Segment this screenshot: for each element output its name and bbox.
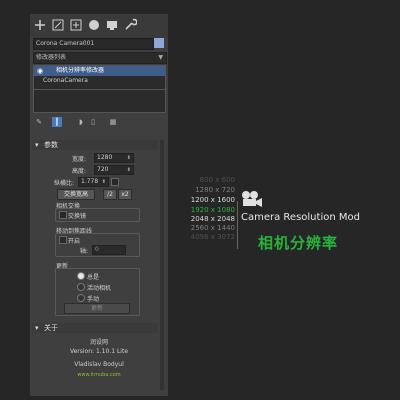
display-icon[interactable] — [105, 18, 119, 32]
radio-always[interactable] — [77, 272, 85, 280]
lock-aspect-checkbox[interactable] — [111, 178, 119, 186]
resolution-item: 1280 x 720 — [195, 186, 235, 194]
collapse-icon: ▾ — [35, 324, 39, 332]
show-end-result-icon[interactable]: ┃ — [52, 117, 62, 127]
resolution-item: 800 x 600 — [199, 176, 235, 184]
resolution-item: 4096 x 3072 — [190, 233, 235, 241]
resolution-item: 1920 x 1080 — [190, 206, 235, 214]
stack-item-label: 相机分辨率修改器 — [56, 67, 105, 74]
double-button[interactable]: x2 — [118, 189, 132, 200]
object-name-field[interactable]: Corona Camera001 — [33, 38, 154, 50]
scrollbar[interactable] — [160, 140, 164, 390]
make-unique-icon[interactable]: ◗ — [76, 117, 86, 127]
update-button[interactable]: 更新 — [64, 303, 130, 314]
chevron-down-icon: ▼ — [158, 54, 163, 61]
motion-icon[interactable] — [87, 18, 101, 32]
create-icon[interactable] — [33, 18, 47, 32]
spinner-arrows-icon[interactable]: ⬍ — [127, 154, 131, 162]
camera-swap-checkbox-label: 交换镜 — [68, 213, 87, 220]
object-color-swatch[interactable] — [154, 38, 164, 48]
shift-axis-value: 0 — [95, 246, 99, 253]
height-spinner[interactable]: 720 ⬍ — [94, 165, 134, 175]
about-author: Vladislav Bodyul — [74, 361, 124, 368]
delete-modifier-icon[interactable]: ▯ — [88, 117, 98, 127]
width-value: 1280 — [97, 154, 113, 161]
eye-icon[interactable]: ◉ — [37, 66, 43, 76]
utilities-icon[interactable] — [123, 18, 137, 32]
resolution-divider — [237, 201, 238, 249]
promo-subtitle: 相机分辨率 — [258, 234, 339, 252]
modifier-list-dropdown[interactable]: 修改器列表 ▼ — [33, 52, 167, 64]
shift-enable-label: 开启 — [68, 238, 81, 245]
about-rollout-title: 关于 — [44, 324, 58, 332]
aspect-value: 1.778 — [81, 178, 99, 185]
radio-manual-label: 手动 — [87, 296, 100, 303]
stack-item-resolution-mod[interactable]: ◉ 相机分辨率修改器 — [34, 66, 165, 76]
shift-axis-spinner[interactable]: 0 — [92, 245, 126, 255]
stack-item-corona-camera[interactable]: CoronaCamera — [43, 77, 88, 84]
radio-active-camera[interactable] — [77, 283, 85, 291]
width-spinner[interactable]: 1280 ⬍ — [94, 153, 134, 163]
movie-camera-icon — [242, 191, 262, 207]
params-rollout-title: 参数 — [44, 141, 58, 149]
about-rollout-header[interactable]: ▾ 关于 — [32, 323, 158, 333]
spinner-arrows-icon[interactable]: ⬍ — [127, 166, 131, 174]
width-label: 宽度: — [72, 156, 87, 163]
aspect-label: 纵横比: — [54, 180, 75, 187]
resolution-item: 2048 x 2048 — [190, 215, 235, 223]
configure-sets-icon[interactable]: ▦ — [108, 117, 118, 127]
radio-manual[interactable] — [77, 294, 85, 302]
resolution-item: 2560 x 1440 — [190, 224, 235, 232]
swap-width-height-button[interactable]: 交换宽高 — [57, 189, 95, 200]
pin-stack-icon[interactable]: ✎ — [34, 117, 44, 127]
about-version: Version: 1.10.1 Lite — [69, 348, 129, 355]
aspect-spinner[interactable]: 1.778 ⬍ — [78, 177, 109, 187]
radio-active-camera-label: 活动相机 — [87, 285, 112, 292]
modifier-stack: ◉ 相机分辨率修改器 CoronaCamera — [33, 65, 166, 113]
shift-enable-checkbox[interactable] — [59, 236, 67, 244]
height-value: 720 — [97, 166, 109, 173]
radio-always-label: 总是 — [87, 274, 100, 281]
modifier-list-label: 修改器列表 — [36, 54, 67, 61]
stack-divider — [34, 89, 165, 90]
resolution-item: 1200 x 1600 — [190, 196, 235, 204]
hierarchy-icon[interactable] — [69, 18, 83, 32]
params-rollout-header[interactable]: ▾ 参数 — [32, 140, 158, 150]
stack-buttons: ✎ ┃ ◗ ▯ ▦ — [34, 117, 154, 129]
modify-icon[interactable] — [51, 18, 65, 32]
command-panel-toolbar — [30, 14, 168, 38]
about-url[interactable]: www.itmuba.com — [30, 372, 168, 378]
height-label: 高度: — [72, 168, 87, 175]
half-button[interactable]: /2 — [103, 189, 117, 200]
spinner-arrows-icon[interactable]: ⬍ — [102, 178, 106, 186]
camera-swap-checkbox[interactable] — [59, 211, 67, 219]
promo-title: Camera Resolution Mod — [241, 212, 360, 223]
shift-axis-label: 轴: — [80, 248, 89, 255]
collapse-icon: ▾ — [35, 141, 39, 149]
about-site: 润设网 — [89, 339, 108, 346]
